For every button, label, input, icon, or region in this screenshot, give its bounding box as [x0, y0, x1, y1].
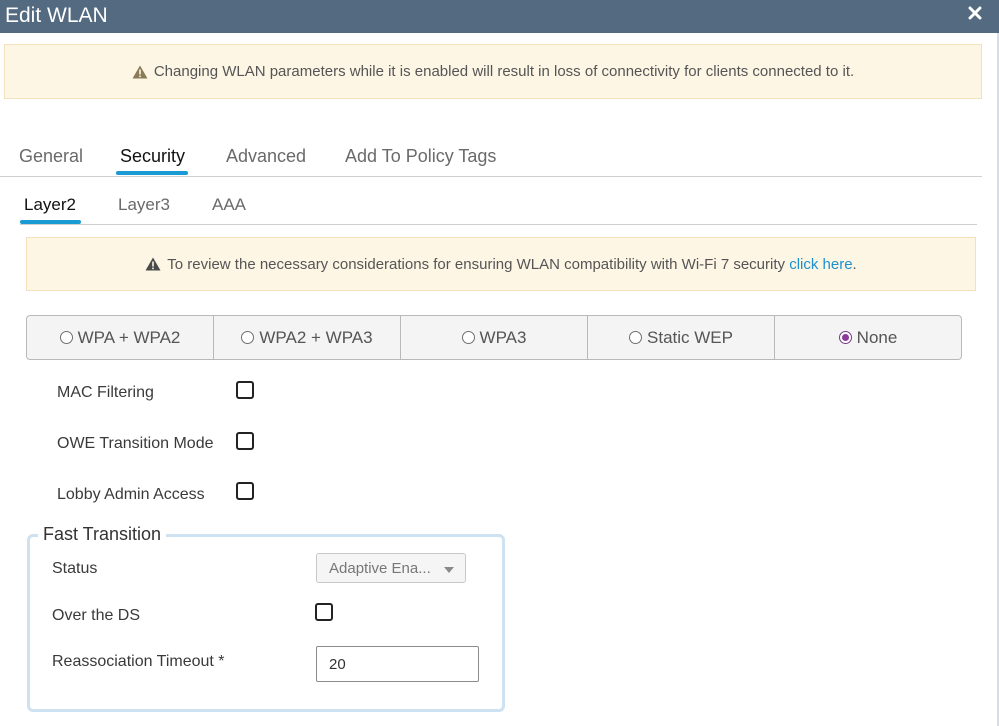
mac-filtering-checkbox[interactable] [236, 381, 254, 399]
warning-icon [145, 257, 161, 271]
security-mode-selector: WPA + WPA2 WPA2 + WPA3 WPA3 Static WEP N… [26, 315, 962, 360]
subtab-layer3[interactable]: Layer3 [118, 195, 170, 215]
tab-advanced[interactable]: Advanced [226, 146, 306, 167]
radio-wpa-wpa2[interactable] [59, 331, 73, 344]
subtab-aaa[interactable]: AAA [212, 195, 246, 215]
tab-security[interactable]: Security [120, 146, 185, 167]
over-ds-label: Over the DS [52, 607, 141, 624]
chevron-down-icon [444, 567, 454, 573]
security-mode-wpa2-wpa3[interactable]: WPA2 + WPA3 [214, 316, 401, 359]
owe-transition-checkbox[interactable] [236, 432, 254, 450]
security-mode-label: WPA3 [479, 327, 527, 347]
owe-transition-label: OWE Transition Mode [57, 435, 214, 452]
reassociation-timeout-input[interactable] [316, 646, 479, 682]
subtab-layer2[interactable]: Layer2 [24, 195, 76, 215]
security-subtabs: Layer2 Layer3 AAA [20, 190, 977, 225]
over-ds-checkbox[interactable] [315, 603, 333, 621]
radio-static-wep[interactable] [629, 331, 643, 344]
wifi7-info-alert: To review the necessary considerations f… [26, 237, 976, 291]
tab-add-to-policy-tags[interactable]: Add To Policy Tags [345, 146, 496, 167]
security-mode-label: WPA + WPA2 [77, 327, 181, 347]
active-tab-indicator [116, 171, 188, 175]
security-mode-wpa3[interactable]: WPA3 [401, 316, 588, 359]
lobby-admin-label: Lobby Admin Access [57, 486, 205, 503]
radio-none[interactable] [838, 331, 852, 344]
radio-wpa2-wpa3[interactable] [241, 331, 255, 344]
dialog-title: Edit WLAN [5, 4, 108, 27]
enabled-warning-text: Changing WLAN parameters while it is ena… [153, 63, 855, 80]
tab-general[interactable]: General [19, 146, 83, 167]
ft-status-select[interactable]: Adaptive Ena... [316, 553, 466, 583]
warning-icon [132, 65, 148, 78]
ft-status-label: Status [52, 560, 98, 577]
dialog-titlebar: Edit WLAN [0, 0, 999, 33]
main-tabs: General Security Advanced Add To Policy … [0, 140, 982, 177]
click-here-link[interactable]: click here [789, 256, 852, 273]
security-mode-label: None [856, 327, 898, 347]
wifi7-info-suffix: . [852, 255, 857, 273]
security-mode-none[interactable]: None [775, 316, 961, 359]
mac-filtering-label: MAC Filtering [57, 384, 154, 401]
reassociation-timeout-label: Reassociation Timeout * [52, 653, 225, 670]
security-mode-label: WPA2 + WPA3 [259, 327, 373, 347]
fast-transition-legend: Fast Transition [38, 524, 167, 545]
security-mode-wpa-wpa2[interactable]: WPA + WPA2 [27, 316, 214, 359]
lobby-admin-checkbox[interactable] [236, 482, 254, 500]
close-icon[interactable] [968, 6, 982, 20]
ft-status-value: Adaptive Ena... [329, 560, 431, 577]
radio-wpa3[interactable] [461, 331, 475, 344]
security-mode-static-wep[interactable]: Static WEP [588, 316, 775, 359]
active-subtab-indicator [20, 220, 81, 224]
enabled-warning-alert: Changing WLAN parameters while it is ena… [4, 44, 982, 99]
security-mode-label: Static WEP [647, 327, 733, 347]
wifi7-info-text: To review the necessary considerations f… [167, 255, 786, 273]
